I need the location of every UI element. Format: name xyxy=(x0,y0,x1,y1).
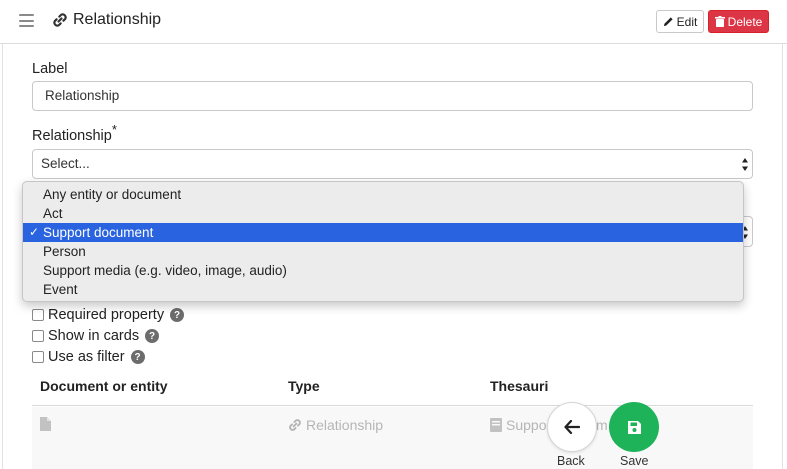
column-header-thesauri: Thesauri xyxy=(490,378,549,394)
thesauri-cell: Suppo xyxy=(490,417,546,433)
edit-button[interactable]: Edit xyxy=(656,10,704,33)
select-arrows-icon xyxy=(742,158,748,171)
arrow-left-icon xyxy=(564,420,580,434)
column-header-document: Document or entity xyxy=(40,378,168,394)
show-in-cards-row: Show in cards ? xyxy=(32,327,160,345)
pencil-icon xyxy=(663,17,673,27)
link-icon xyxy=(53,13,67,27)
option-label: Person xyxy=(43,244,86,259)
save-button[interactable] xyxy=(609,402,659,452)
hamburger-icon[interactable] xyxy=(19,14,34,27)
book-icon xyxy=(490,418,502,432)
thesauri-value: Suppo xyxy=(506,417,547,433)
page-title: Relationship xyxy=(73,11,162,28)
checkbox-label: Use as filter xyxy=(48,349,125,365)
relationship-caption-text: Relationship xyxy=(32,128,112,144)
option-label: Event xyxy=(43,282,78,297)
label-caption: Label xyxy=(32,61,68,77)
checkbox-label: Required property xyxy=(48,307,165,323)
use-as-filter-row: Use as filter ? xyxy=(32,348,145,366)
option-label: Act xyxy=(43,206,63,221)
delete-button[interactable]: Delete xyxy=(708,10,769,33)
required-property-checkbox[interactable] xyxy=(32,309,44,321)
document-cell xyxy=(40,417,51,431)
page-header: Relationship Edit Delete xyxy=(0,0,787,44)
trash-icon xyxy=(714,16,725,27)
type-value: Relationship xyxy=(306,417,384,433)
dropdown-option-selected[interactable]: ✓ Support document xyxy=(23,223,743,242)
dropdown-option[interactable]: Act xyxy=(23,204,743,223)
show-in-cards-checkbox[interactable] xyxy=(32,330,44,342)
dropdown-option[interactable]: Event xyxy=(23,280,743,299)
required-property-row: Required property ? xyxy=(32,306,185,324)
relationship-select-value: Select... xyxy=(41,156,90,171)
help-icon[interactable]: ? xyxy=(130,350,145,364)
checkmark-icon: ✓ xyxy=(29,225,40,239)
option-label: Support document xyxy=(43,225,154,240)
relationship-select[interactable]: Select... xyxy=(32,149,753,179)
type-cell: Relationship xyxy=(288,417,383,433)
floppy-disk-icon xyxy=(627,420,641,434)
help-icon[interactable]: ? xyxy=(145,329,160,343)
help-icon[interactable]: ? xyxy=(170,308,185,322)
dropdown-option[interactable]: Any entity or document xyxy=(23,185,743,204)
delete-label: Delete xyxy=(727,14,763,29)
select-dropdown-menu: Any entity or document Act ✓ Support docu… xyxy=(22,181,744,302)
column-header-type: Type xyxy=(288,378,320,394)
required-marker: * xyxy=(111,122,117,138)
option-label: Any entity or document xyxy=(43,187,182,202)
link-icon xyxy=(289,419,301,431)
use-as-filter-checkbox[interactable] xyxy=(32,351,44,363)
checkbox-label: Show in cards xyxy=(48,328,140,344)
label-input[interactable]: Relationship xyxy=(32,81,753,111)
edit-label: Edit xyxy=(676,14,698,29)
relationship-caption: Relationship* xyxy=(32,123,117,144)
back-button[interactable] xyxy=(547,402,597,452)
save-label: Save xyxy=(620,454,649,468)
dropdown-option[interactable]: Person xyxy=(23,242,743,261)
thesauri-value-tail: m xyxy=(596,417,608,433)
option-label: Support media (e.g. video, image, audio) xyxy=(43,263,287,278)
back-label: Back xyxy=(557,454,585,468)
file-icon xyxy=(40,417,51,431)
dropdown-option[interactable]: Support media (e.g. video, image, audio) xyxy=(23,261,743,280)
